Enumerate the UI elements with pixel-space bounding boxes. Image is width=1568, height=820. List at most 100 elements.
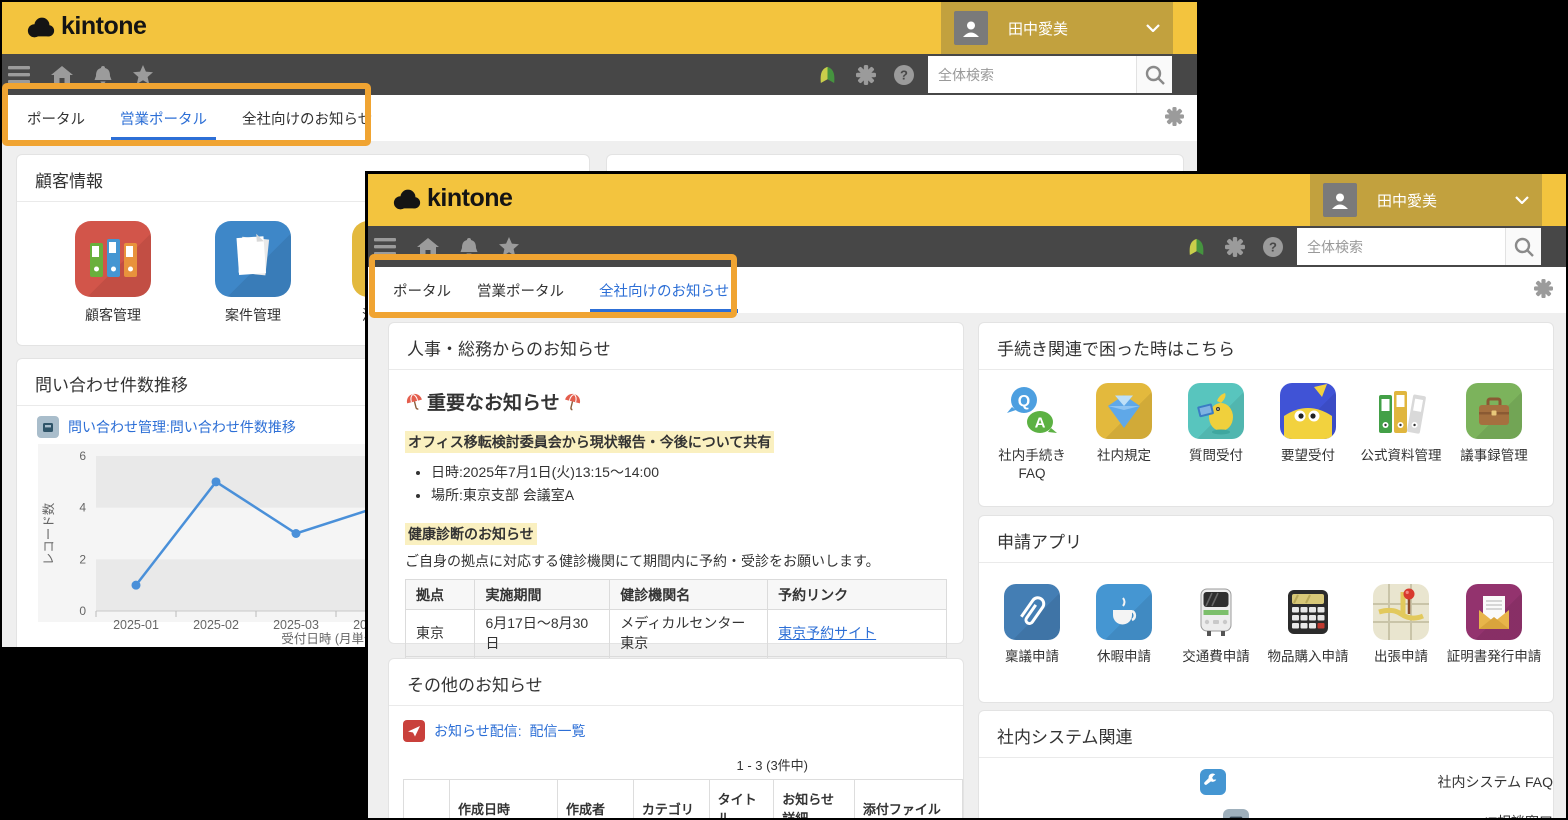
important-announcement-heading: 重要なお知らせ — [405, 388, 947, 415]
user-name: 田中愛美 — [1008, 18, 1146, 39]
app-certificate-request[interactable]: 証明書発行申請 — [1446, 584, 1542, 666]
app-internal-procedures-faq[interactable]: QA 社内手続き FAQ — [984, 383, 1080, 483]
star-icon[interactable] — [133, 65, 153, 84]
app-header: kintone 田中愛美 — [368, 174, 1566, 226]
notice-place: 場所:東京支部 会議室A — [431, 484, 947, 507]
device-icon — [1223, 809, 1249, 818]
gear-icon[interactable] — [856, 65, 876, 85]
other-announcements-card: その他のお知らせ お知らせ配信: 配信一覧 1 - 3 (3件中) 作成日時 作… — [388, 658, 964, 818]
search-input[interactable] — [928, 56, 1136, 93]
card-title: 手続き関連で困った時はこちら — [979, 323, 1553, 370]
home-icon[interactable] — [51, 65, 73, 85]
card-title: 申請アプリ — [979, 516, 1553, 563]
user-name: 田中愛美 — [1377, 190, 1515, 211]
tab-sales-portal[interactable]: 営業ポータル — [477, 267, 564, 313]
portal-tab-bar: ポータル 営業ポータル 全社向けのお知らせ — [2, 95, 1197, 142]
app-official-documents[interactable]: 公式資料管理 — [1353, 383, 1449, 465]
qa-bubbles-icon: QA — [1004, 383, 1060, 439]
paperclip-icon — [1004, 584, 1060, 640]
health-check-notice-heading: 健康診断のお知らせ — [405, 523, 537, 545]
app-customer-management[interactable]: 顧客管理 — [58, 221, 168, 325]
link-internal-system-faq[interactable]: 社内システム FAQ — [1001, 769, 1553, 795]
help-icon[interactable] — [1263, 237, 1283, 257]
logo-text: kintone — [427, 184, 512, 213]
office-move-notice-details: 日時:2025年7月1日(火)13:15〜14:00 場所:東京支部 会議室A — [405, 461, 947, 507]
search-button[interactable] — [1505, 228, 1541, 265]
app-vacation-request[interactable]: 休暇申請 — [1076, 584, 1172, 666]
hamburger-menu-icon[interactable] — [374, 236, 396, 257]
col-header: 実施期間 — [475, 580, 610, 610]
envelope-letter-icon — [1466, 584, 1522, 640]
briefcase-icon — [1466, 383, 1522, 439]
svg-text:2: 2 — [79, 552, 86, 566]
tab-company-announcements[interactable]: 全社向けのお知らせ — [590, 267, 738, 313]
app-meeting-minutes[interactable]: 議事録管理 — [1446, 383, 1542, 465]
table-row: 東京 6月17日〜8月30日 メディカルセンター東京 東京予約サイト — [406, 610, 947, 657]
card-title: 社内システム関連 — [979, 711, 1553, 758]
office-move-notice-heading: オフィス移転検討委員会から現状報告・今後について共有 — [405, 431, 774, 453]
app-approval-request[interactable]: 稟議申請 — [984, 584, 1080, 666]
search-input[interactable] — [1297, 228, 1505, 265]
app-internal-rules[interactable]: 社内規定 — [1076, 383, 1172, 465]
search-icon — [1514, 237, 1534, 257]
notice-datetime: 日時:2025年7月1日(火)13:15〜14:00 — [431, 461, 947, 484]
link-it-help-desk[interactable]: IT相談窓口 — [1001, 809, 1553, 818]
wrench-icon — [1200, 769, 1226, 795]
bird-face-icon — [1280, 383, 1336, 439]
tab-portal[interactable]: ポータル — [393, 267, 451, 313]
app-purchase-request[interactable]: 物品購入申請 — [1260, 584, 1356, 666]
kintone-logo[interactable]: kintone — [392, 184, 512, 213]
screen: { "back_window": { "logo_text": "kintone… — [0, 0, 1568, 820]
kintone-cloud-icon — [26, 16, 56, 38]
col-header: 予約リンク — [768, 580, 947, 610]
tab-company-announcements[interactable]: 全社向けのお知らせ — [242, 95, 372, 141]
binders-icon — [1373, 383, 1429, 439]
chart-source-link[interactable]: 問い合わせ管理:問い合わせ件数推移 — [68, 417, 296, 437]
broadcast-app-icon — [403, 720, 425, 742]
request-apps-card: 申請アプリ 稟議申請 休暇申請 交通費申請 — [978, 515, 1554, 703]
hamburger-menu-icon[interactable] — [8, 64, 30, 85]
broadcast-list-link[interactable]: 配信一覧 — [530, 723, 586, 739]
gear-icon[interactable] — [1225, 237, 1245, 257]
portal-settings-gear-icon[interactable] — [1165, 107, 1184, 131]
app-request-desk[interactable]: 要望受付 — [1260, 383, 1356, 465]
health-check-description: ご自身の拠点に対応する健診機関にて期間内に予約・受診をお願いします。 — [405, 551, 947, 571]
portal-tab-bar: ポータル 営業ポータル 全社向けのお知らせ — [368, 267, 1566, 314]
app-question-desk[interactable]: 質問受付 — [1168, 383, 1264, 465]
procedures-card: 手続き関連で困った時はこちら QA 社内手続き FAQ 社内規定 質問受付 — [978, 322, 1554, 507]
search-button[interactable] — [1136, 56, 1172, 93]
app-deal-management[interactable]: 案件管理 — [198, 221, 308, 325]
internal-systems-card: 社内システム関連 社内システム FAQ IT相談窓口 — [978, 710, 1554, 818]
home-icon[interactable] — [417, 237, 439, 257]
app-transport-expense-request[interactable]: 交通費申請 — [1168, 584, 1264, 666]
svg-text:A: A — [1035, 415, 1046, 432]
chevron-down-icon — [1146, 19, 1160, 37]
app-business-trip-request[interactable]: 出張申請 — [1353, 584, 1449, 666]
umbrella-icon — [561, 390, 584, 413]
star-icon[interactable] — [499, 237, 519, 256]
broadcast-app-link[interactable]: お知らせ配信: — [434, 723, 522, 739]
kintone-logo[interactable]: kintone — [26, 12, 146, 41]
bell-icon[interactable] — [460, 238, 478, 256]
user-menu[interactable]: 田中愛美 — [1310, 174, 1542, 226]
svg-text:Q: Q — [1018, 393, 1030, 410]
hr-announcements-card: 人事・総務からのお知らせ 重要なお知らせ オフィス移転検討委員会から現状報告・今… — [388, 322, 964, 644]
portal-settings-gear-icon[interactable] — [1534, 279, 1553, 303]
user-menu[interactable]: 田中愛美 — [941, 2, 1173, 54]
help-icon[interactable] — [894, 65, 914, 85]
kintone-cloud-icon — [392, 188, 422, 210]
tab-portal[interactable]: ポータル — [27, 95, 85, 141]
beginner-guide-icon[interactable] — [1186, 237, 1207, 256]
red-binders-app-icon — [75, 221, 151, 297]
tokyo-reservation-link[interactable]: 東京予約サイト — [778, 625, 876, 641]
svg-text:0: 0 — [79, 604, 86, 618]
announcement-list-table: 作成日時 作成者 カテゴリ タイトル お知らせ詳細 添付ファイル — [403, 779, 963, 818]
beginner-guide-icon[interactable] — [817, 65, 838, 84]
diamond-icon — [1096, 383, 1152, 439]
pagination: 1 - 3 (3件中) — [389, 755, 963, 774]
col-header: 健診機関名 — [610, 580, 768, 610]
train-icon — [1188, 584, 1244, 640]
tab-sales-portal[interactable]: 営業ポータル — [111, 95, 216, 141]
bell-icon[interactable] — [94, 66, 112, 84]
svg-text:6: 6 — [79, 449, 86, 463]
